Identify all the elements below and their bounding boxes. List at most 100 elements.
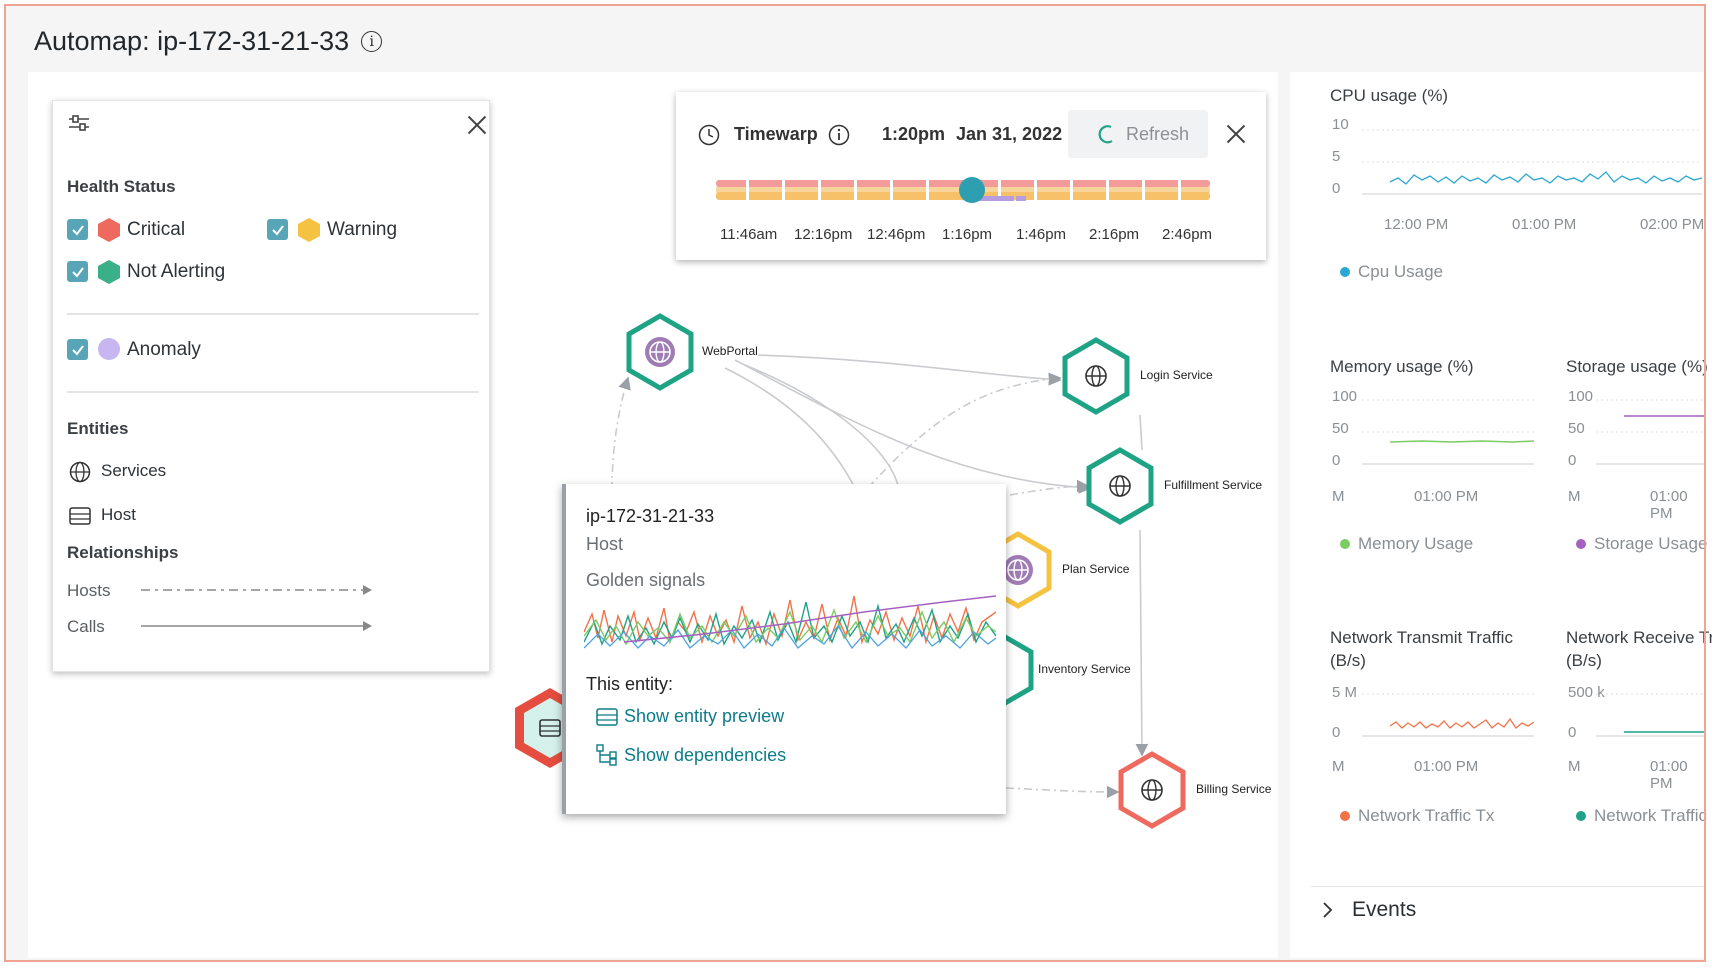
dashed-arrow-icon — [141, 585, 372, 595]
edge-host — [1005, 785, 1120, 799]
tx-legend[interactable]: Network Traffic Tx — [1340, 806, 1494, 826]
show-entity-preview-label: Show entity preview — [624, 706, 785, 726]
anomaly-marker — [1016, 196, 1026, 201]
host-icon — [69, 507, 91, 525]
dependencies-icon — [596, 744, 617, 766]
calls-relationship-label: Calls — [67, 617, 105, 636]
node-billing — [1118, 751, 1186, 829]
services-label: Services — [101, 461, 167, 480]
node-fulfillment — [1086, 447, 1154, 525]
divider — [67, 391, 479, 393]
node-label-fulfillment[interactable]: Fulfillment Service — [1164, 478, 1262, 492]
legend-dot-icon — [1340, 267, 1350, 277]
events-section[interactable]: Events — [1322, 898, 1416, 922]
memory-legend-label: Memory Usage — [1358, 534, 1474, 553]
hosts-relationship-label: Hosts — [67, 581, 111, 600]
popover-entity-type: Host — [586, 534, 624, 554]
anomaly-checkbox[interactable] — [67, 339, 88, 360]
show-dependencies-label: Show dependencies — [624, 744, 787, 765]
tick-label: 2:46pm — [1162, 226, 1213, 243]
refresh-button[interactable]: Refresh — [1068, 110, 1208, 158]
filter-panel: Health Status Critical Warning Not Alert… — [52, 100, 490, 672]
divider — [1310, 886, 1706, 887]
events-label: Events — [1352, 898, 1417, 921]
tx-chart-title: Network Transmit Traffic — [1330, 628, 1513, 647]
close-icon[interactable] — [467, 115, 487, 135]
y-tick: 50 — [1568, 420, 1585, 437]
y-tick: 10 — [1332, 116, 1349, 133]
filter-icon[interactable] — [67, 113, 91, 137]
this-entity-label: This entity: — [586, 674, 674, 694]
cpu-legend[interactable]: Cpu Usage — [1340, 262, 1443, 282]
node-webportal — [626, 313, 694, 391]
cpu-chart — [1362, 129, 1702, 195]
info-icon[interactable] — [828, 124, 850, 146]
x-tick: M — [1332, 758, 1345, 775]
y-tick: 0 — [1568, 452, 1577, 469]
warning-checkbox[interactable] — [267, 219, 288, 240]
not-alerting-checkbox[interactable] — [67, 261, 88, 282]
close-icon[interactable] — [1226, 124, 1246, 144]
clock-icon — [698, 124, 720, 146]
storage-legend-label: Storage Usage — [1594, 534, 1708, 553]
x-tick: M — [1568, 758, 1581, 775]
cpu-chart-title: CPU usage (%) — [1330, 86, 1449, 105]
golden-signals-label: Golden signals — [586, 570, 706, 590]
x-tick: 01:00 PM — [1650, 758, 1688, 792]
node-label-login[interactable]: Login Service — [1140, 368, 1213, 382]
anomaly-marker — [978, 196, 1014, 201]
tick-label: 2:16pm — [1089, 226, 1140, 243]
x-tick: 01:00 PM — [1650, 488, 1688, 522]
entities-heading: Entities — [67, 419, 129, 438]
timeline-slider[interactable] — [716, 176, 1210, 206]
y-tick: 0 — [1332, 180, 1341, 197]
critical-hexagon-icon — [98, 218, 120, 242]
tx-legend-label: Network Traffic Tx — [1358, 806, 1495, 825]
y-tick: 0 — [1332, 724, 1341, 741]
globe-icon — [69, 461, 91, 483]
edge-call — [757, 354, 1062, 386]
timeline-handle — [959, 177, 985, 203]
y-tick: 100 — [1568, 388, 1594, 405]
legend-dot-icon — [1340, 539, 1350, 549]
tick-label: 11:46am — [720, 226, 778, 243]
timewarp-time[interactable]: 1:20pm — [882, 124, 945, 145]
y-tick: 5 M — [1332, 684, 1358, 701]
popover-host-name: ip-172-31-21-33 — [586, 506, 715, 526]
edge-call — [734, 359, 1092, 494]
y-tick: 100 — [1332, 388, 1358, 405]
node-label-inventory[interactable]: Inventory Service — [1038, 662, 1131, 676]
rx-chart — [1596, 693, 1706, 737]
x-tick: 01:00 PM — [1512, 216, 1577, 233]
rx-chart-unit: (B/s) — [1566, 651, 1602, 670]
rx-legend[interactable]: Network Traffic Rx — [1576, 806, 1712, 826]
relationships-heading: Relationships — [67, 543, 179, 562]
rx-legend-label: Network Traffic Rx — [1594, 806, 1712, 825]
host-label: Host — [101, 505, 136, 524]
cpu-legend-label: Cpu Usage — [1358, 262, 1444, 281]
node-label-webportal[interactable]: WebPortal — [702, 344, 758, 358]
y-tick: 0 — [1568, 724, 1577, 741]
edge-call — [1135, 529, 1149, 757]
storage-chart-title: Storage usage (%) — [1566, 357, 1708, 376]
x-tick: 01:00 PM — [1414, 488, 1479, 505]
timewarp-date[interactable]: Jan 31, 2022 — [956, 124, 1062, 145]
legend-dot-icon — [1340, 811, 1350, 821]
anomaly-circle-icon — [98, 338, 120, 360]
legend-dot-icon — [1576, 811, 1586, 821]
preview-icon — [596, 707, 618, 726]
warning-label: Warning — [327, 219, 398, 240]
critical-checkbox[interactable] — [67, 219, 88, 240]
show-dependencies-link[interactable]: Show dependencies — [596, 744, 786, 766]
divider — [67, 313, 479, 315]
node-label-billing[interactable]: Billing Service — [1196, 782, 1271, 796]
tick-label: 12:16pm — [794, 226, 853, 243]
memory-chart — [1362, 399, 1534, 465]
refresh-icon — [1098, 125, 1113, 144]
storage-legend[interactable]: Storage Usage — [1576, 534, 1707, 554]
node-label-plan[interactable]: Plan Service — [1062, 562, 1129, 576]
refresh-label: Refresh — [1126, 123, 1190, 144]
show-entity-preview-link[interactable]: Show entity preview — [596, 706, 784, 727]
timewarp-panel: Timewarp 1:20pm Jan 31, 2022 Refresh 11:… — [676, 92, 1266, 260]
memory-legend[interactable]: Memory Usage — [1340, 534, 1473, 554]
